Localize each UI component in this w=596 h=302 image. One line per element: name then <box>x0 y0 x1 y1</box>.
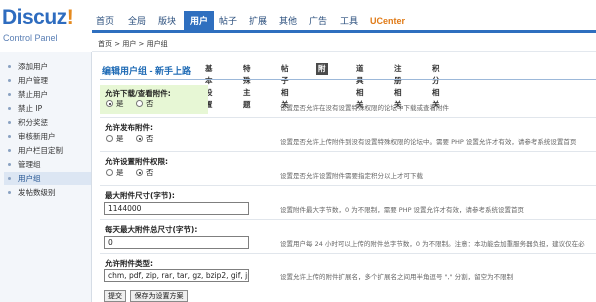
nav-ads[interactable]: 广告 <box>309 11 327 32</box>
page-title: 编辑用户组 - 新手上路 <box>102 66 191 76</box>
setting-desc-row: 设置是否允许在没有设置特殊权限的论坛中下载或查看附件 <box>100 85 596 114</box>
row-divider <box>100 185 596 186</box>
max-daily-size-input[interactable]: 0 <box>104 236 249 249</box>
bullet-icon <box>8 121 11 124</box>
bullet-icon <box>8 177 11 180</box>
setting-description: 设置附件最大字节数，0 为不限制，需要 PHP 设置允许才有效，请参考系统设置首… <box>280 206 525 214</box>
setting-max-daily-size: 每天最大附件总尺寸(字节): 0 设置用户每 24 小时可以上传的附件总字节数，… <box>100 221 596 251</box>
radio-unchecked-icon <box>106 169 113 176</box>
row-divider <box>100 151 596 152</box>
sidebar-item-credits-reward[interactable]: 积分奖惩 <box>4 116 91 129</box>
sidebar-item-user-fields[interactable]: 用户栏目定制 <box>4 144 91 157</box>
setting-description: 设置是否允许在没有设置特殊权限的论坛中下载或查看附件 <box>280 104 449 112</box>
setting-max-attach-size: 最大附件尺寸(字节): 1144000 设置附件最大字节数，0 为不限制，需要 … <box>100 187 596 217</box>
logo[interactable]: Discuz! Control Panel <box>0 0 92 52</box>
sidebar: 添加用户 用户管理 禁止用户 禁止 IP 积分奖惩 审核新用户 用户栏目定制 管… <box>0 52 92 302</box>
nav-forums[interactable]: 版块 <box>158 11 176 32</box>
setting-label: 允许发布附件: <box>105 123 153 132</box>
row-divider <box>100 117 596 118</box>
submit-button[interactable]: 提交 <box>104 290 126 302</box>
logo-brand: Discuz! <box>2 6 74 29</box>
bullet-icon <box>8 163 11 166</box>
tab-basic[interactable]: 基本设置 <box>203 63 215 109</box>
sidebar-item-post-ranks[interactable]: 发帖数级别 <box>4 186 91 199</box>
bullet-icon <box>8 135 11 138</box>
save-scheme-button[interactable]: 保存为设置方案 <box>130 290 188 302</box>
sidebar-item-ban-ip[interactable]: 禁止 IP <box>4 102 91 115</box>
top-nav: 首页 全局 版块 用户 帖子 扩展 其他 广告 工具 UCenter <box>92 11 596 33</box>
setting-description: 设置是否允许设置附件需要指定积分以上才可下载 <box>280 172 423 180</box>
tab-posts[interactable]: 帖子相关 <box>279 63 291 109</box>
tab-credits[interactable]: 积分相关 <box>430 63 442 109</box>
nav-other[interactable]: 其他 <box>279 11 297 32</box>
bullet-icon <box>8 79 11 82</box>
row-divider <box>100 219 596 220</box>
row-divider <box>100 253 596 254</box>
header-divider <box>100 79 596 80</box>
logo-subtitle: Control Panel <box>3 33 58 43</box>
sidebar-item-review-users[interactable]: 审核新用户 <box>4 130 91 143</box>
bullet-icon <box>8 149 11 152</box>
nav-tools[interactable]: 工具 <box>340 11 358 32</box>
radio-checked-icon <box>136 135 143 142</box>
radio-unchecked-icon <box>106 135 113 142</box>
setting-attach-types: 允许附件类型: chm, pdf, zip, rar, tar, gz, bzi… <box>100 255 596 285</box>
nav-threads[interactable]: 帖子 <box>219 11 237 32</box>
radio-checked-icon <box>136 169 143 176</box>
sidebar-item-add-user[interactable]: 添加用户 <box>4 60 91 73</box>
setting-label: 每天最大附件总尺寸(字节): <box>105 225 198 234</box>
sidebar-item-user-manage[interactable]: 用户管理 <box>4 74 91 87</box>
bullet-icon <box>8 65 11 68</box>
nav-ucenter[interactable]: UCenter <box>370 11 405 32</box>
nav-extensions[interactable]: 扩展 <box>249 11 267 32</box>
tab-special-threads[interactable]: 特殊主题 <box>241 63 253 109</box>
setting-label: 允许附件类型: <box>105 259 153 268</box>
breadcrumb: 首页 > 用户 > 用户组 <box>92 36 596 52</box>
setting-label: 允许设置附件权限: <box>105 157 168 166</box>
sidebar-item-admin-groups[interactable]: 管理组 <box>4 158 91 171</box>
setting-description: 设置用户每 24 小时可以上传的附件总字节数，0 为不限制。注意：本功能会加重服… <box>280 240 585 248</box>
setting-label: 最大附件尺寸(字节): <box>105 191 175 200</box>
nav-global[interactable]: 全局 <box>128 11 146 32</box>
tab-items[interactable]: 道具相关 <box>354 63 366 109</box>
nav-users[interactable]: 用户 <box>184 11 214 32</box>
bullet-icon <box>8 93 11 96</box>
nav-home[interactable]: 首页 <box>96 11 114 32</box>
setting-attach-permission: 允许设置附件权限: 是 否 设置是否允许设置附件需要指定积分以上才可下载 <box>105 157 423 180</box>
setting-allow-upload: 允许发布附件: 是 否 设置是否允许上传附件到没有设置特殊权限的论坛中。需要 P… <box>105 123 577 146</box>
bullet-icon <box>8 107 11 110</box>
tab-attachments[interactable]: 附件相关 <box>316 63 328 109</box>
sidebar-item-ban-user[interactable]: 禁止用户 <box>4 88 91 101</box>
setting-description: 设置允许上传的附件扩展名，多个扩展名之间用半角逗号 "," 分割，留空为不限制 <box>280 273 514 281</box>
setting-description: 设置是否允许上传附件到没有设置特殊权限的论坛中。需要 PHP 设置允许才有效，请… <box>280 138 577 146</box>
sidebar-item-user-groups[interactable]: 用户组 <box>4 172 91 185</box>
max-attach-size-input[interactable]: 1144000 <box>104 202 249 215</box>
bullet-icon <box>8 191 11 194</box>
attach-types-input[interactable]: chm, pdf, zip, rar, tar, gz, bzip2, gif,… <box>104 269 249 282</box>
tab-register[interactable]: 注册相关 <box>392 63 404 109</box>
